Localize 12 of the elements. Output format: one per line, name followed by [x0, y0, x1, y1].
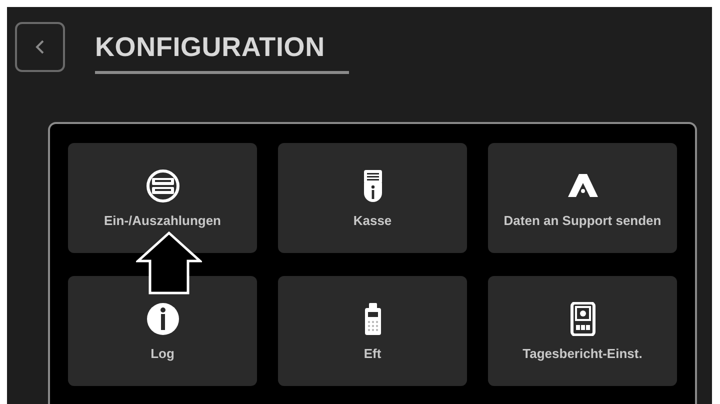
- coin-stack-icon: [146, 168, 180, 202]
- menu-tile[interactable]: Eft: [278, 276, 467, 386]
- up-arrow-icon: [136, 231, 202, 295]
- menu-tile[interactable]: Ein-/Auszahlungen: [68, 143, 257, 253]
- info-icon: [146, 302, 180, 336]
- back-icon: [35, 39, 45, 55]
- page-title: KONFIGURATION: [95, 32, 349, 74]
- menu-tile[interactable]: Daten an Support senden: [488, 143, 677, 253]
- back-button[interactable]: [15, 22, 65, 72]
- menu-tile[interactable]: Kasse: [278, 143, 467, 253]
- menu-tile[interactable]: Tagesbericht-Einst.: [488, 276, 677, 386]
- menu-tile[interactable]: Log: [68, 276, 257, 386]
